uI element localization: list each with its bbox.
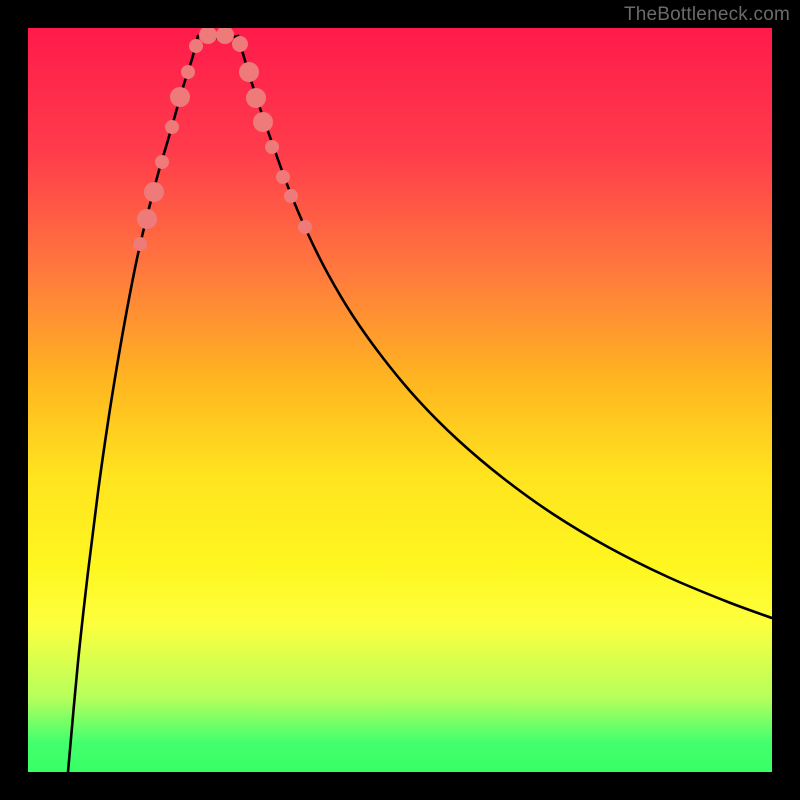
curve-left-branch — [68, 36, 198, 772]
chart-svg — [28, 28, 772, 772]
marker-point — [276, 170, 290, 184]
watermark-text: TheBottleneck.com — [624, 4, 790, 26]
marker-point — [216, 28, 234, 44]
marker-point — [239, 62, 259, 82]
marker-point — [253, 112, 273, 132]
marker-point — [189, 39, 203, 53]
chart-frame: TheBottleneck.com — [0, 0, 800, 800]
marker-point — [265, 140, 279, 154]
marker-point — [155, 155, 169, 169]
marker-point — [199, 28, 217, 44]
marker-point — [232, 36, 248, 52]
marker-point — [246, 88, 266, 108]
marker-point — [170, 87, 190, 107]
marker-point — [284, 189, 298, 203]
marker-point — [137, 209, 157, 229]
curve-right-branch — [238, 36, 772, 618]
marker-point — [181, 65, 195, 79]
marker-point — [298, 220, 312, 234]
marker-point — [165, 120, 179, 134]
marker-point — [144, 182, 164, 202]
plot-area — [28, 28, 772, 772]
marker-point — [133, 237, 147, 251]
